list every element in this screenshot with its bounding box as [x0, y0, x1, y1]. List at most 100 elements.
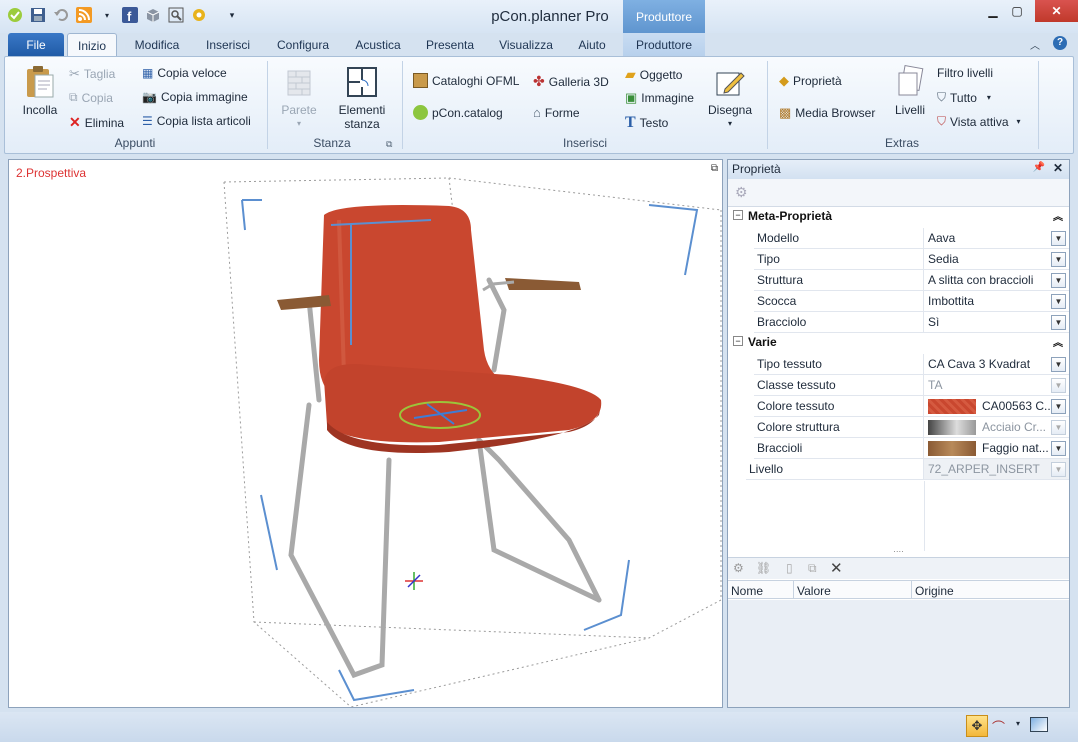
new-document-icon[interactable]: ▯	[786, 561, 793, 575]
app-logo-icon[interactable]	[6, 6, 24, 24]
ofml-catalogs-button[interactable]: Cataloghi OFML	[413, 73, 519, 88]
snap-dropdown-icon[interactable]: ▾	[1016, 719, 1020, 728]
property-value[interactable]: Imbottita	[924, 291, 1069, 312]
wall-button[interactable]: Parete ▾	[277, 65, 321, 131]
gear-icon[interactable]: ⚙	[735, 184, 748, 201]
settings-icon[interactable]	[190, 6, 208, 24]
view-mode-icon[interactable]	[1030, 717, 1048, 732]
property-value-with-swatch[interactable]: Faggio nat...	[924, 438, 1069, 459]
zoom-fit-icon[interactable]	[167, 6, 185, 24]
shapes-button[interactable]: ⌂ Forme	[533, 105, 580, 120]
layers-button[interactable]: Livelli	[887, 65, 933, 117]
collapse-icon[interactable]: −	[733, 336, 743, 346]
tab-acustica[interactable]: Acustica	[348, 33, 408, 57]
property-row-scocca[interactable]: Scocca Imbottita ▼	[728, 291, 1069, 312]
tab-produttore[interactable]: Produttore	[623, 33, 705, 57]
properties-button[interactable]: ◆ Proprietà	[779, 73, 842, 89]
layer-filter-button[interactable]: Filtro livelli	[937, 66, 993, 80]
property-row-braccioli[interactable]: Braccioli Faggio nat... ▼	[728, 438, 1069, 459]
dropdown-arrow-icon[interactable]: ▼	[1051, 315, 1066, 330]
dropdown-arrow-icon[interactable]: ▾	[98, 6, 116, 24]
dropdown-arrow-icon[interactable]: ▼	[1051, 231, 1066, 246]
pin-icon[interactable]: 📌	[1033, 162, 1045, 173]
property-row-tipo-tessuto[interactable]: Tipo tessuto CA Cava 3 Kvadrat ▼	[728, 354, 1069, 375]
collapse-icon[interactable]: −	[733, 210, 743, 220]
facebook-icon[interactable]: f	[121, 6, 139, 24]
tab-aiuto[interactable]: Aiuto	[570, 33, 614, 57]
tab-configura[interactable]: Configura	[270, 33, 336, 57]
close-icon[interactable]: ✕	[1035, 0, 1078, 22]
snap-magnet-icon[interactable]: ⌒	[992, 717, 1005, 736]
attribute-settings-icon[interactable]: ⚙	[733, 561, 744, 575]
column-name[interactable]: Nome	[731, 584, 763, 598]
media-browser-button[interactable]: ▩ Media Browser	[779, 105, 875, 121]
collapse-ribbon-icon[interactable]: ︿	[1030, 37, 1040, 52]
dropdown-arrow-icon[interactable]: ▼	[1051, 273, 1066, 288]
tab-inizio[interactable]: Inizio	[67, 33, 117, 57]
save-icon[interactable]	[29, 6, 47, 24]
pcon-catalog-button[interactable]: pCon.catalog	[413, 105, 503, 120]
chair-seat	[324, 364, 602, 443]
object-button[interactable]: ▰ Oggetto	[625, 66, 682, 83]
tab-file[interactable]: File	[8, 33, 64, 57]
delete-button[interactable]: ✕ Elimina	[69, 114, 124, 131]
dropdown-arrow-icon[interactable]: ▼	[1051, 252, 1066, 267]
dropdown-arrow-icon[interactable]: ▼	[1051, 357, 1066, 372]
active-view-dropdown[interactable]: ⛉ Vista attiva ▾	[937, 114, 1021, 129]
column-value[interactable]: Valore	[797, 584, 831, 598]
rss-icon[interactable]	[75, 6, 93, 24]
draw-button[interactable]: Disegna ▾	[705, 65, 755, 131]
cut-button[interactable]: ✂ Taglia	[69, 66, 115, 82]
3d-gallery-button[interactable]: ✤ Galleria 3D	[533, 73, 609, 90]
room-elements-button[interactable]: Elementi stanza	[335, 65, 389, 131]
origin-axis	[405, 572, 423, 590]
stanza-dialog-launcher-icon[interactable]: ⧉	[386, 139, 392, 150]
maximize-icon[interactable]: ▢	[1000, 0, 1034, 22]
image-button[interactable]: ▣ Immagine	[625, 90, 694, 106]
group-label-appunti: Appunti	[114, 136, 156, 150]
category-varie[interactable]: − Varie ︽	[728, 334, 1069, 354]
column-origin[interactable]: Origine	[915, 584, 954, 598]
all-layers-dropdown[interactable]: ⛉ Tutto ▾	[937, 90, 991, 105]
dropdown-arrow-icon[interactable]: ▼	[1051, 399, 1066, 414]
copy-document-icon[interactable]: ⧉	[808, 561, 817, 576]
tab-visualizza[interactable]: Visualizza	[493, 33, 559, 57]
double-chevron-up-icon[interactable]: ︽	[1053, 334, 1063, 349]
property-value-with-swatch[interactable]: CA00563 C...	[924, 396, 1069, 417]
move-mode-icon[interactable]: ✥	[966, 715, 988, 737]
text-button[interactable]: T Testo	[625, 114, 668, 132]
copy-button[interactable]: ⧉ Copia	[69, 90, 113, 105]
attribute-link-icon[interactable]: ⛓	[756, 561, 771, 575]
copy-image-button[interactable]: 📷 Copia immagine	[142, 90, 248, 104]
quick-copy-icon: ▦	[142, 66, 154, 80]
property-value[interactable]: A slitta con braccioli	[924, 270, 1069, 291]
copy-icon: ⧉	[69, 90, 78, 104]
tab-modifica[interactable]: Modifica	[127, 33, 187, 57]
close-panel-icon[interactable]: ✕	[1053, 161, 1063, 175]
tab-inserisci[interactable]: Inserisci	[198, 33, 258, 57]
copy-article-list-button[interactable]: ☰ Copia lista articoli	[142, 114, 251, 128]
quick-copy-button[interactable]: ▦ Copia veloce	[142, 66, 227, 80]
property-value[interactable]: Sedia	[924, 249, 1069, 270]
category-meta[interactable]: − Meta-Proprietà ︽	[728, 208, 1069, 228]
delete-attribute-icon[interactable]: ✕	[830, 559, 843, 577]
customize-arrow-icon[interactable]: ▾	[223, 6, 241, 24]
dropdown-arrow-icon[interactable]: ▼	[1051, 294, 1066, 309]
property-value[interactable]: CA Cava 3 Kvadrat	[924, 354, 1069, 375]
3d-viewport[interactable]: 2.Prospettiva ⧉	[8, 159, 723, 708]
property-row-tipo[interactable]: Tipo Sedia ▼	[728, 249, 1069, 270]
property-row-bracciolo[interactable]: Bracciolo Sì ▼	[728, 312, 1069, 333]
splitter-handle[interactable]: ····	[728, 548, 1069, 556]
property-row-struttura[interactable]: Struttura A slitta con braccioli ▼	[728, 270, 1069, 291]
undo-icon[interactable]	[52, 6, 70, 24]
property-row-modello[interactable]: Modello Aava ▼	[728, 228, 1069, 249]
property-value[interactable]: Aava	[924, 228, 1069, 249]
property-row-colore-tessuto[interactable]: Colore tessuto CA00563 C... ▼	[728, 396, 1069, 417]
box-icon[interactable]	[144, 6, 162, 24]
double-chevron-up-icon[interactable]: ︽	[1053, 208, 1063, 223]
help-icon[interactable]: ?	[1053, 36, 1067, 50]
dropdown-arrow-icon[interactable]: ▼	[1051, 441, 1066, 456]
paste-button[interactable]: Incolla	[17, 65, 63, 117]
tab-presenta[interactable]: Presenta	[420, 33, 480, 57]
property-value[interactable]: Sì	[924, 312, 1069, 333]
